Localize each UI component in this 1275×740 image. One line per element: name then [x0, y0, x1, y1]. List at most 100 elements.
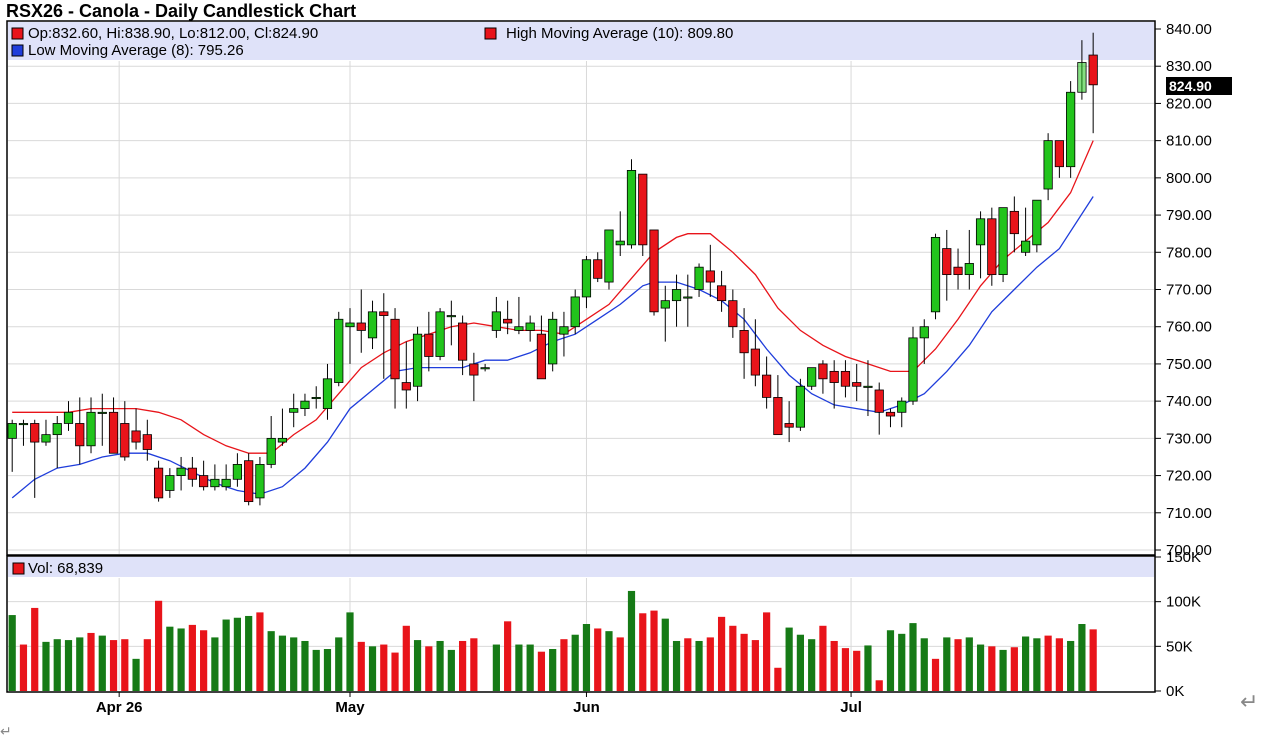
volume-bar — [796, 634, 804, 691]
volume-bar — [188, 624, 196, 691]
candle-body — [108, 411, 119, 454]
volume-bar — [357, 641, 365, 691]
candle-body — [379, 311, 389, 316]
price-tick-label: 710.00 — [1166, 505, 1212, 522]
volume-bar — [368, 646, 377, 691]
candle-body — [1009, 210, 1019, 235]
volume-bar — [627, 590, 636, 691]
volume-bar — [87, 632, 95, 691]
volume-bar — [774, 667, 782, 691]
volume-bar — [943, 637, 951, 691]
volume-tick-label: 0K — [1166, 683, 1184, 700]
volume-bar — [886, 630, 895, 691]
candle-body — [255, 464, 265, 499]
candle-body — [885, 411, 896, 417]
candle — [930, 233, 941, 320]
candle-body — [919, 326, 929, 339]
volume-bar — [166, 626, 174, 691]
return-symbol: ↵ — [1240, 690, 1259, 715]
candle-body — [559, 326, 569, 335]
volume-bar — [594, 628, 602, 691]
candle-body — [334, 318, 344, 383]
volume-bar — [999, 649, 1007, 691]
candle-body — [446, 315, 456, 318]
volume-tick-label: 50K — [1166, 638, 1193, 655]
candle-body — [131, 430, 141, 443]
volume-bar — [684, 638, 692, 691]
volume-bar — [109, 640, 118, 691]
candle-body — [232, 464, 242, 480]
candle-body — [953, 266, 963, 276]
volume-bar — [64, 640, 73, 691]
candle — [548, 311, 558, 372]
volume-bar — [931, 658, 940, 691]
volume-bar — [616, 637, 624, 691]
candle-body — [457, 322, 468, 361]
price-tick-label: 840.00 — [1166, 21, 1212, 38]
candle-body — [142, 434, 152, 450]
candle-body — [671, 289, 682, 302]
candle-body — [649, 229, 659, 313]
candle-body — [390, 318, 400, 380]
volume-bar — [504, 621, 512, 691]
volume-bar — [1010, 647, 1018, 691]
volume-bar — [121, 639, 129, 691]
volume-bar — [290, 637, 298, 691]
candle-body — [480, 367, 490, 370]
candle — [604, 229, 614, 290]
candle-body — [97, 411, 107, 414]
volume-bar — [76, 637, 84, 691]
candle-body — [638, 173, 648, 246]
date-axis: Apr 26 May Jun Jul — [96, 692, 862, 716]
candle — [1066, 81, 1076, 178]
candle-body — [199, 475, 209, 488]
candle-body — [908, 337, 918, 402]
volume-bar — [650, 610, 658, 691]
volume-bar — [154, 600, 163, 691]
candle-body — [593, 259, 603, 279]
volume-bar — [526, 644, 534, 691]
volume-bar — [853, 650, 861, 691]
candle-body — [424, 333, 434, 357]
candle-body — [187, 467, 197, 480]
candle — [795, 378, 806, 431]
volume-bar — [1044, 635, 1052, 691]
candle-body — [716, 285, 727, 302]
candle-body — [773, 397, 783, 436]
candle-body — [581, 259, 592, 298]
volume-bar — [954, 639, 962, 691]
candle — [998, 207, 1008, 283]
volume-bar — [278, 635, 287, 691]
volume-bar — [1089, 629, 1097, 691]
candle-body — [829, 370, 839, 383]
candle-body — [435, 311, 445, 357]
price-tick-label: 750.00 — [1166, 356, 1212, 373]
volume-bar — [706, 637, 714, 691]
last-price-tag-text: 824.90 — [1169, 78, 1212, 94]
volume-bar — [335, 637, 343, 691]
candle-body — [401, 382, 411, 391]
price-tick-label: 770.00 — [1166, 282, 1212, 299]
date-tick-label: Jul — [840, 699, 862, 716]
candle-body — [356, 322, 366, 331]
volume-bar — [639, 613, 647, 691]
candle-body — [705, 270, 715, 283]
volume-bar — [751, 640, 759, 691]
volume-bar — [571, 634, 579, 691]
volume-bar — [717, 616, 726, 691]
volume-bar — [729, 625, 737, 691]
volume-bar — [31, 607, 39, 691]
volume-bar — [492, 644, 500, 691]
ohlc-legend-text: Op:832.60, Hi:838.90, Lo:812.00, Cl:824.… — [28, 25, 318, 42]
candle-body — [604, 229, 614, 283]
candle-body — [345, 322, 355, 328]
candle-body — [7, 423, 17, 439]
volume-bar — [582, 624, 591, 691]
volume-bar — [988, 646, 996, 691]
price-tick-label: 830.00 — [1166, 58, 1212, 75]
candle-body — [762, 374, 772, 398]
volume-bar — [19, 644, 28, 691]
volume-bar — [8, 615, 16, 691]
candle-body — [660, 300, 670, 309]
volume-bar — [301, 640, 309, 691]
